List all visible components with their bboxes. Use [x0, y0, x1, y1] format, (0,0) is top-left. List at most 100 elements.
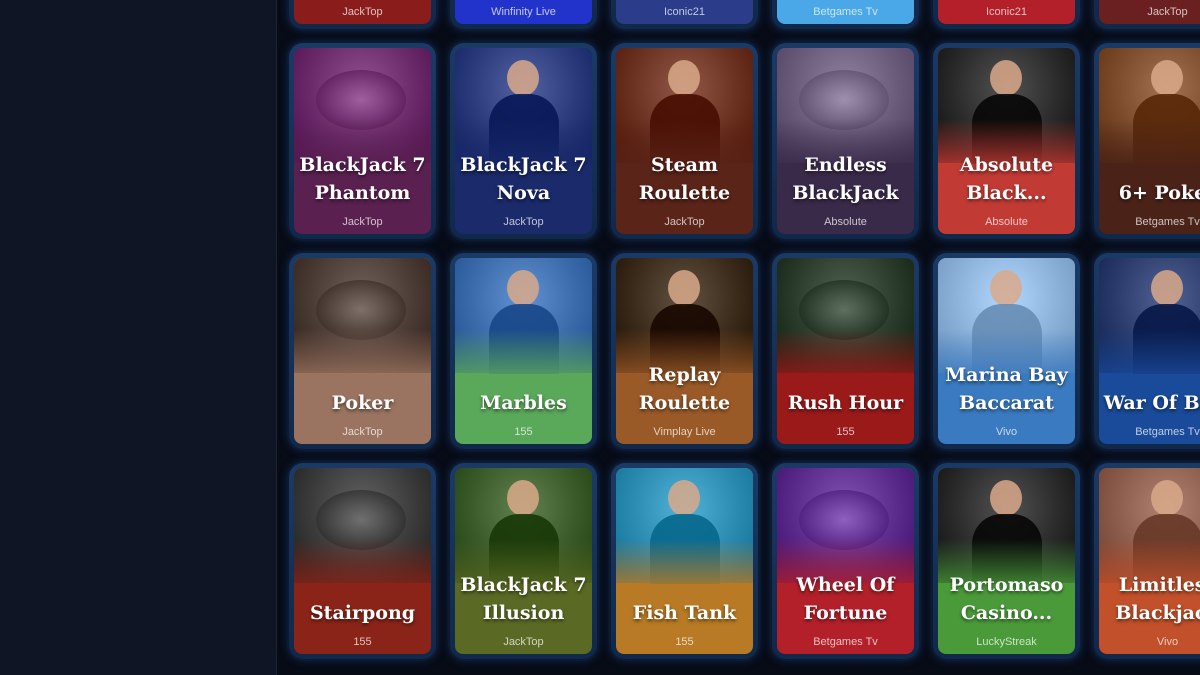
game-title: Wheel Of Fortune	[796, 574, 895, 624]
thumbnail-fade	[294, 328, 431, 385]
game-provider: Betgames Tv	[1135, 426, 1200, 438]
game-provider: Vimplay Live	[653, 426, 716, 438]
game-title: Absolute Black...	[959, 154, 1054, 204]
game-card[interactable]: Portomaso Casino... LuckyStreak	[933, 463, 1080, 659]
game-card-body: Endless BlackJack Absolute	[777, 48, 914, 234]
game-provider: Absolute	[824, 216, 867, 228]
thumbnail-fade	[455, 328, 592, 385]
game-grid-container[interactable]: MirageJackTop Top CardWinfinity Live Crash…	[277, 0, 1200, 675]
game-card[interactable]: Rush Hour 155	[772, 253, 919, 449]
game-provider: 155	[675, 636, 694, 648]
thumbnail-dealer-head	[990, 270, 1022, 306]
thumbnail-fade	[1099, 328, 1200, 385]
game-card-body: Marbles 155	[455, 258, 592, 444]
game-card[interactable]: The KickoffIconic21	[933, 0, 1080, 29]
game-card[interactable]: Limitless Blackjack Vivo	[1094, 463, 1200, 659]
game-grid: MirageJackTop Top CardWinfinity Live Crash…	[289, 0, 1200, 659]
game-title: Portomaso Casino...	[949, 574, 1064, 624]
game-provider: Betgames Tv	[1135, 216, 1200, 228]
game-card[interactable]: BlackJack 7 Nova JackTop	[450, 43, 597, 239]
game-provider: 155	[514, 426, 533, 438]
game-title: Marina Bay Baccarat	[945, 364, 1068, 414]
game-provider: Absolute	[985, 216, 1028, 228]
game-card[interactable]: Fish Tank 155	[611, 463, 758, 659]
game-card-body: BlackJack 7 Phantom JackTop	[294, 48, 431, 234]
game-title: BlackJack 7 Phantom	[299, 154, 426, 204]
game-title: Limitless Blackjack	[1115, 574, 1200, 624]
game-card[interactable]: Steam Roulette JackTop	[611, 43, 758, 239]
game-card-body: Marina Bay Baccarat Vivo	[938, 258, 1075, 444]
game-card[interactable]: Absolute Black... Absolute	[933, 43, 1080, 239]
game-provider: JackTop	[342, 6, 383, 18]
game-provider: Betgames Tv	[813, 636, 878, 648]
game-card[interactable]: Replay Roulette Vimplay Live	[611, 253, 758, 449]
thumbnail-fade	[1099, 118, 1200, 175]
thumbnail-dealer-head	[507, 270, 539, 306]
game-card[interactable]: Endless BlackJack Absolute	[772, 43, 919, 239]
game-card[interactable]: AutoJackTop	[1094, 0, 1200, 29]
game-card[interactable]: Top CardWinfinity Live	[450, 0, 597, 29]
game-title: Stairpong	[309, 602, 416, 624]
game-title: Marbles	[480, 392, 567, 414]
game-card-body: Fish Tank 155	[616, 468, 753, 654]
game-card[interactable]: Marina Bay Baccarat Vivo	[933, 253, 1080, 449]
game-card-body: SkywardBetgames Tv	[777, 0, 914, 24]
game-provider: JackTop	[664, 216, 705, 228]
game-card[interactable]: Wheel Of Fortune Betgames Tv	[772, 463, 919, 659]
game-card-body: Crash LiveIconic21	[616, 0, 753, 24]
game-card[interactable]: War Of Bets Betgames Tv	[1094, 253, 1200, 449]
game-card-body: The KickoffIconic21	[938, 0, 1075, 24]
game-card[interactable]: MirageJackTop	[289, 0, 436, 29]
game-card-body: Portomaso Casino... LuckyStreak	[938, 468, 1075, 654]
game-provider: Vivo	[1156, 636, 1179, 648]
game-card-body: Wheel Of Fortune Betgames Tv	[777, 468, 914, 654]
game-card-body: MirageJackTop	[294, 0, 431, 24]
game-card[interactable]: SkywardBetgames Tv	[772, 0, 919, 29]
thumbnail-dealer-head	[507, 60, 539, 96]
thumbnail-fade	[616, 538, 753, 595]
game-provider: 155	[353, 636, 372, 648]
game-card-body: BlackJack 7 Illusion JackTop	[455, 468, 592, 654]
game-card-body: Replay Roulette Vimplay Live	[616, 258, 753, 444]
game-card-body: Limitless Blackjack Vivo	[1099, 468, 1200, 654]
thumbnail-dealer-head	[668, 270, 700, 306]
game-card[interactable]: 6+ Poker Betgames Tv	[1094, 43, 1200, 239]
thumbnail-dealer-head	[1151, 60, 1183, 96]
thumbnail-dealer-head	[990, 60, 1022, 96]
thumbnail-fade	[777, 328, 914, 385]
thumbnail-dealer-head	[668, 480, 700, 516]
game-provider: Iconic21	[664, 6, 705, 18]
game-title: Endless BlackJack	[792, 154, 899, 204]
game-card[interactable]: Marbles 155	[450, 253, 597, 449]
game-title: Fish Tank	[632, 602, 737, 624]
game-provider: Vivo	[995, 426, 1018, 438]
game-provider: Betgames Tv	[813, 6, 878, 18]
game-provider: JackTop	[342, 216, 383, 228]
game-title: Replay Roulette	[638, 364, 731, 414]
game-card-body: Top CardWinfinity Live	[455, 0, 592, 24]
game-title: War Of Bets	[1103, 392, 1200, 414]
game-card-body: Steam Roulette JackTop	[616, 48, 753, 234]
game-card-body: Rush Hour 155	[777, 258, 914, 444]
game-card[interactable]: BlackJack 7 Phantom JackTop	[289, 43, 436, 239]
game-title: Rush Hour	[787, 392, 904, 414]
game-provider: JackTop	[1147, 6, 1188, 18]
game-provider: LuckyStreak	[976, 636, 1037, 648]
game-title: Steam Roulette	[638, 154, 731, 204]
thumbnail-dealer-head	[1151, 270, 1183, 306]
game-card-body: Poker JackTop	[294, 258, 431, 444]
game-card-body: War Of Bets Betgames Tv	[1099, 258, 1200, 444]
game-card[interactable]: BlackJack 7 Illusion JackTop	[450, 463, 597, 659]
game-card-body: AutoJackTop	[1099, 0, 1200, 24]
game-card-body: Stairpong 155	[294, 468, 431, 654]
game-card[interactable]: Poker JackTop	[289, 253, 436, 449]
game-title: BlackJack 7 Nova	[460, 154, 587, 204]
game-card[interactable]: Crash LiveIconic21	[611, 0, 758, 29]
thumbnail-dealer-head	[990, 480, 1022, 516]
game-provider: Iconic21	[986, 6, 1027, 18]
thumbnail-fade	[294, 538, 431, 595]
game-card[interactable]: Stairpong 155	[289, 463, 436, 659]
game-card-body: Absolute Black... Absolute	[938, 48, 1075, 234]
thumbnail-dealer-head	[1151, 480, 1183, 516]
game-provider: 155	[836, 426, 855, 438]
